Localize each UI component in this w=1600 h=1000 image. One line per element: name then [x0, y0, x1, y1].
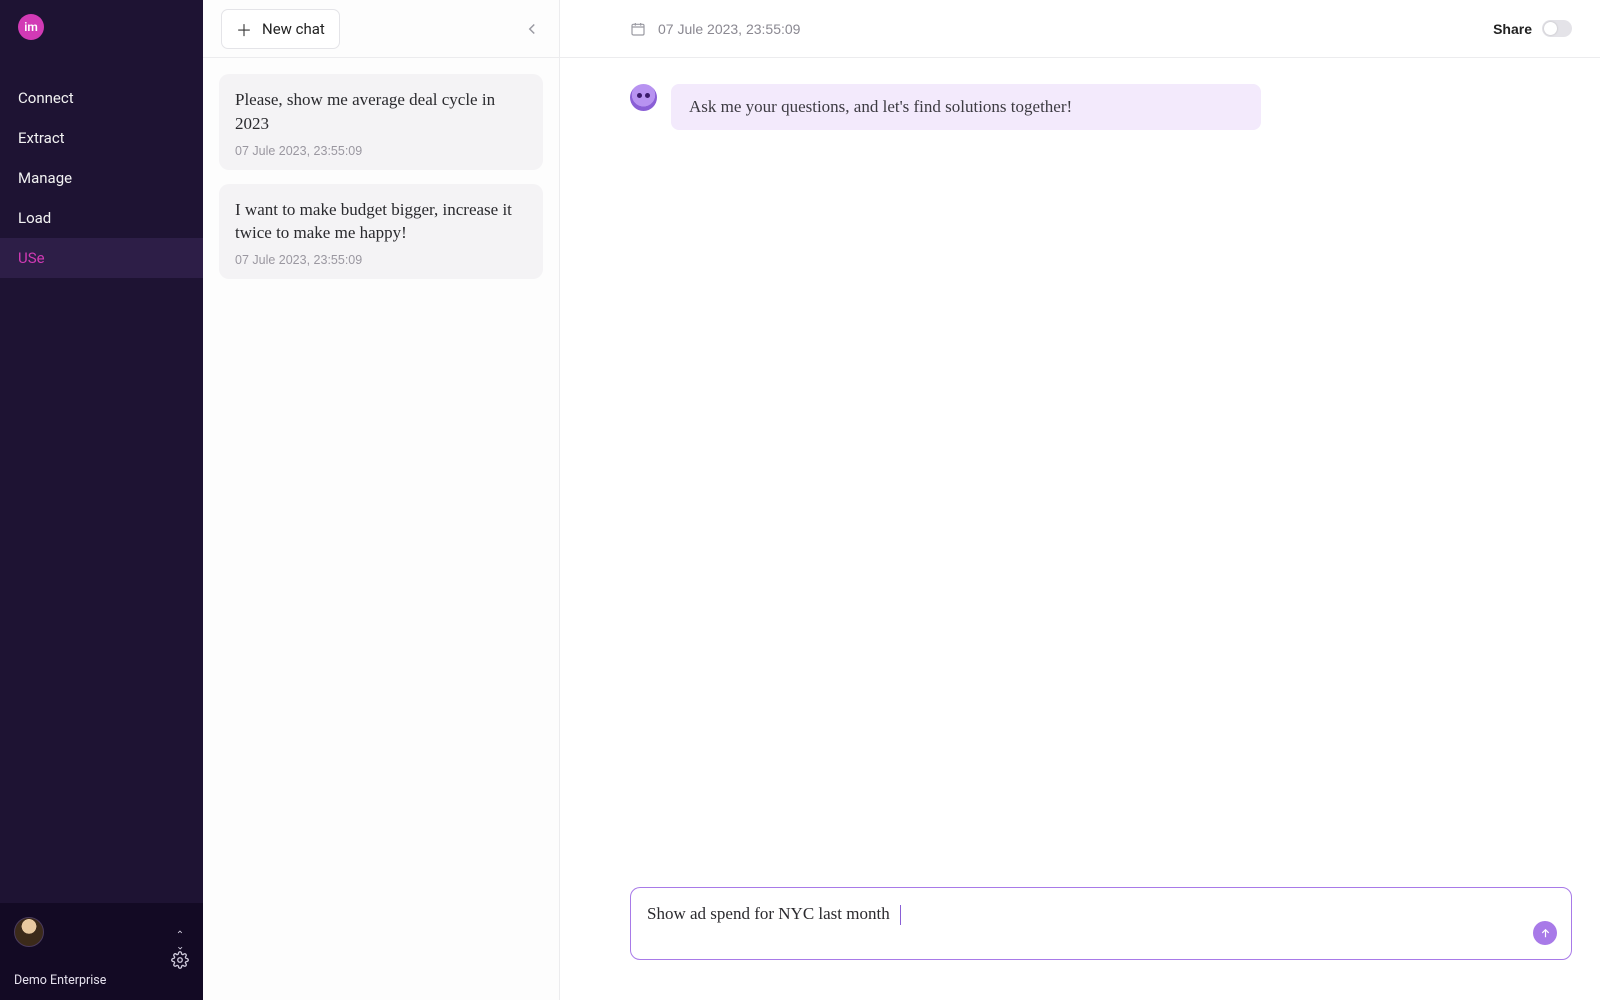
sidebar-item-label: Load — [18, 209, 51, 227]
chat-timestamp: 07 Jule 2023, 23:55:09 — [235, 253, 527, 267]
sidebar-item-label: Manage — [18, 169, 72, 187]
ai-message-text: Ask me your questions, and let's find so… — [689, 97, 1072, 116]
share-control: Share — [1493, 20, 1572, 37]
sidebar: im Connect Extract Manage Load USe Demo … — [0, 0, 203, 1000]
sidebar-footer: Demo Enterprise ⌃⌃ — [0, 903, 203, 1000]
sidebar-nav: Connect Extract Manage Load USe — [0, 78, 203, 278]
chat-main: 07 Jule 2023, 23:55:09 Share Ask me your… — [560, 0, 1600, 1000]
chat-title: Please, show me average deal cycle in 20… — [235, 88, 527, 136]
settings-icon[interactable] — [171, 951, 189, 973]
new-chat-label: New chat — [262, 20, 325, 38]
brand-logo-text: im — [24, 20, 38, 34]
ai-avatar-icon — [630, 84, 657, 111]
chat-list-header: ＋ New chat — [203, 0, 559, 58]
plus-icon: ＋ — [236, 17, 252, 41]
composer-area: Show ad spend for NYC last month — [560, 887, 1600, 1000]
brand-logo[interactable]: im — [18, 14, 44, 40]
collapse-panel-button[interactable] — [523, 20, 541, 38]
sidebar-item-manage[interactable]: Manage — [0, 158, 203, 198]
share-label: Share — [1493, 21, 1532, 37]
chat-list: Please, show me average deal cycle in 20… — [203, 58, 559, 295]
sidebar-item-label: Extract — [18, 129, 65, 147]
share-toggle[interactable] — [1542, 20, 1572, 37]
message-input[interactable]: Show ad spend for NYC last month — [630, 887, 1572, 960]
chat-header: 07 Jule 2023, 23:55:09 Share — [560, 0, 1600, 58]
expand-collapse-icon[interactable]: ⌃⌃ — [176, 933, 184, 947]
sidebar-item-label: Connect — [18, 89, 74, 107]
text-caret — [900, 905, 902, 925]
sidebar-item-load[interactable]: Load — [0, 198, 203, 238]
new-chat-button[interactable]: ＋ New chat — [221, 9, 340, 49]
chat-date: 07 Jule 2023, 23:55:09 — [658, 21, 800, 37]
send-button[interactable] — [1533, 921, 1557, 945]
message-input-value: Show ad spend for NYC last month — [647, 904, 890, 923]
chat-title: I want to make budget bigger, increase i… — [235, 198, 527, 246]
logo-wrap: im — [0, 0, 203, 50]
chat-timestamp: 07 Jule 2023, 23:55:09 — [235, 144, 527, 158]
sidebar-item-connect[interactable]: Connect — [0, 78, 203, 118]
chat-list-item[interactable]: Please, show me average deal cycle in 20… — [219, 74, 543, 170]
ai-message-bubble: Ask me your questions, and let's find so… — [671, 84, 1261, 130]
user-avatar[interactable] — [14, 917, 44, 947]
messages-area: Ask me your questions, and let's find so… — [560, 58, 1600, 887]
ai-message-row: Ask me your questions, and let's find so… — [630, 84, 1530, 130]
sidebar-item-label: USe — [18, 249, 45, 267]
sidebar-item-use[interactable]: USe — [0, 238, 203, 278]
org-name: Demo Enterprise — [14, 973, 106, 988]
sidebar-item-extract[interactable]: Extract — [0, 118, 203, 158]
chat-list-panel: ＋ New chat Please, show me average deal … — [203, 0, 560, 1000]
chat-list-item[interactable]: I want to make budget bigger, increase i… — [219, 184, 543, 280]
calendar-icon — [630, 21, 646, 37]
